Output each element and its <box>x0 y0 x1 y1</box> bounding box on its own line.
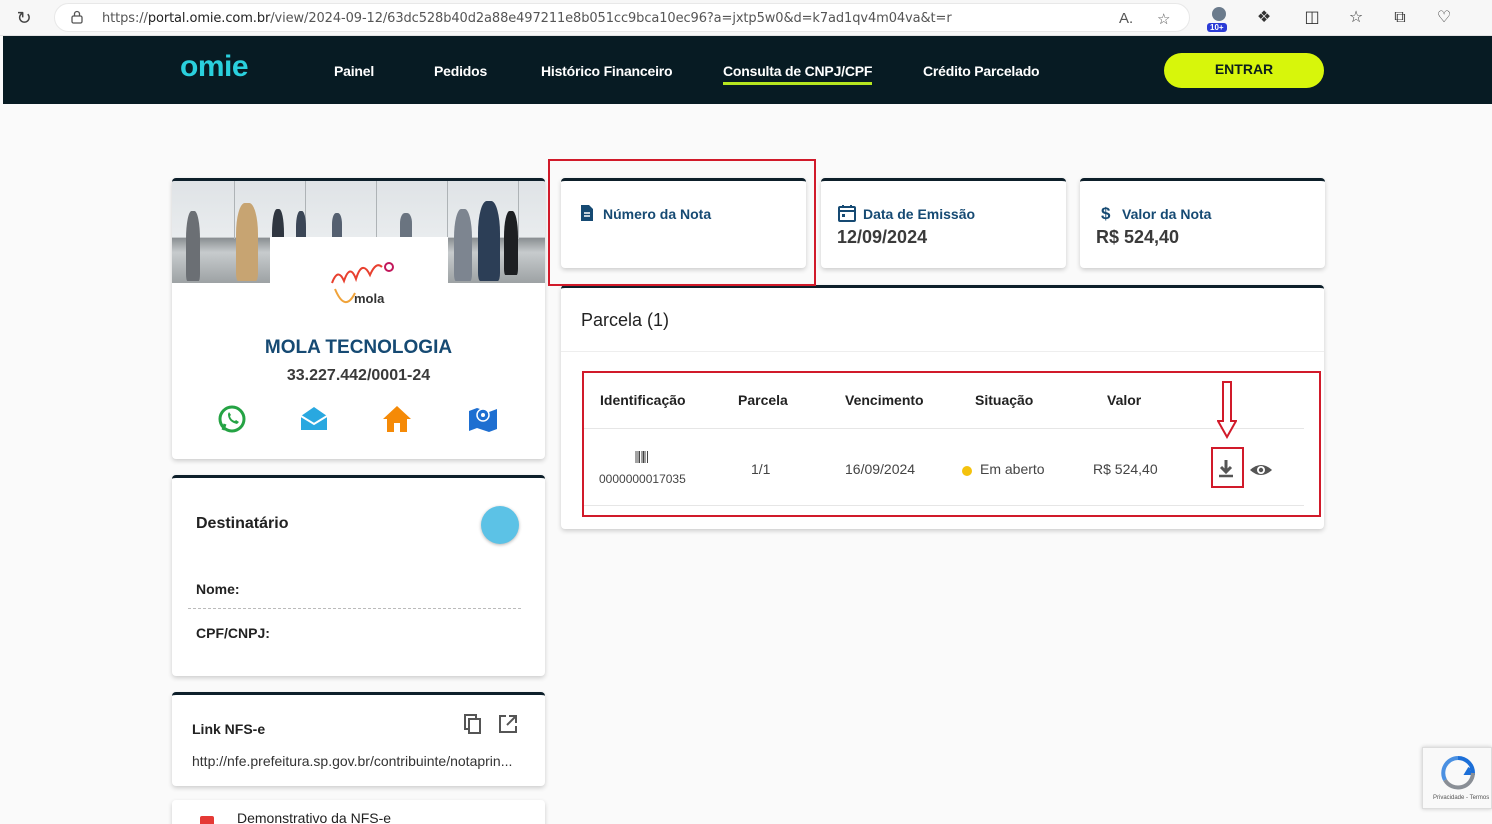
divider <box>188 608 521 609</box>
invoice-amount-value: R$ 524,40 <box>1096 227 1180 247</box>
invoice-amount-card: $ Valor da Nota R$ 524,40 <box>1080 178 1325 268</box>
installments-title: Parcela (1) <box>581 310 670 330</box>
issue-date-card: Data de Emissão 12/09/2024 <box>821 178 1066 268</box>
email-icon[interactable] <box>298 403 330 435</box>
calendar-icon <box>838 205 856 222</box>
copy-icon[interactable] <box>462 713 484 735</box>
whatsapp-icon[interactable] <box>216 403 248 435</box>
read-aloud-icon[interactable]: A. <box>1119 10 1133 27</box>
map-icon[interactable] <box>467 403 499 435</box>
recaptcha-text: Privacidade - Termos <box>1433 795 1490 801</box>
recipient-doc-label: CPF/CNPJ: <box>196 625 270 641</box>
issue-date-label: Data de Emissão <box>863 206 976 222</box>
highlight-invoice-number <box>548 159 816 286</box>
home-icon[interactable] <box>381 403 413 435</box>
address-bar[interactable]: https://portal.omie.com.br/view/2024-09-… <box>54 3 1190 32</box>
pdf-icon <box>200 816 214 824</box>
browser-health-icon[interactable]: ♡ <box>1434 8 1454 28</box>
login-button[interactable]: ENTRAR <box>1164 53 1324 88</box>
company-cnpj: 33.227.442/0001-24 <box>286 367 431 384</box>
highlight-installments-table <box>582 371 1321 517</box>
extensions-puzzle-icon[interactable]: ❖ <box>1254 8 1274 28</box>
recaptcha-badge[interactable]: Privacidade - Termos <box>1422 747 1492 809</box>
browser-toolbar: ↻ https://portal.omie.com.br/view/2024-0… <box>0 0 1492 36</box>
recipient-expand-button[interactable] <box>481 506 519 544</box>
recipient-title: Destinatário <box>196 515 289 532</box>
recipient-name-label: Nome: <box>196 581 240 597</box>
reload-icon[interactable]: ↻ <box>14 8 34 28</box>
invoice-amount-label: Valor da Nota <box>1122 206 1212 222</box>
nfse-link-url[interactable]: http://nfe.prefeitura.sp.gov.br/contribu… <box>192 753 528 769</box>
omie-logo[interactable]: omie <box>180 50 249 84</box>
nav-painel[interactable]: Painel <box>334 63 374 79</box>
recaptcha-icon <box>1441 756 1476 790</box>
company-card: mola MOLA TECNOLOGIA 33.227.442/0001-24 <box>172 178 545 459</box>
lock-icon[interactable] <box>71 10 83 24</box>
demo-title: Demonstrativo da NFS-e <box>237 810 392 824</box>
highlight-download-button <box>1211 447 1244 488</box>
nfse-link-title: Link NFS-e <box>192 721 266 737</box>
nav-credito-parcelado[interactable]: Crédito Parcelado <box>923 63 1040 79</box>
nfse-link-card: Link NFS-e http://nfe.prefeitura.sp.gov.… <box>172 692 545 786</box>
collections-icon[interactable]: ⧉ <box>1390 8 1410 28</box>
split-screen-icon[interactable]: ◫ <box>1302 8 1322 28</box>
url-text: https://portal.omie.com.br/view/2024-09-… <box>102 11 952 26</box>
extension-icon[interactable]: 10+ <box>1207 6 1231 32</box>
dollar-icon: $ <box>1101 204 1111 223</box>
svg-text:$: $ <box>1101 204 1111 223</box>
nav-historico-financeiro[interactable]: Histórico Financeiro <box>541 63 673 79</box>
recipient-card: Destinatário Nome: CPF/CNPJ: <box>172 475 545 676</box>
open-external-icon[interactable] <box>497 713 519 735</box>
demo-card: Demonstrativo da NFS-e <box>172 800 545 824</box>
arrow-down-icon <box>1217 381 1237 439</box>
favorites-icon[interactable]: ☆ <box>1346 8 1366 28</box>
nav-pedidos[interactable]: Pedidos <box>434 63 487 79</box>
divider <box>561 351 1324 352</box>
favorite-star-icon[interactable]: ☆ <box>1157 10 1170 28</box>
company-name: MOLA TECNOLOGIA <box>264 337 453 358</box>
nav-consulta-cnpj-cpf[interactable]: Consulta de CNPJ/CPF <box>723 63 872 85</box>
issue-date-value: 12/09/2024 <box>837 227 928 247</box>
company-logo: mola <box>270 237 448 313</box>
